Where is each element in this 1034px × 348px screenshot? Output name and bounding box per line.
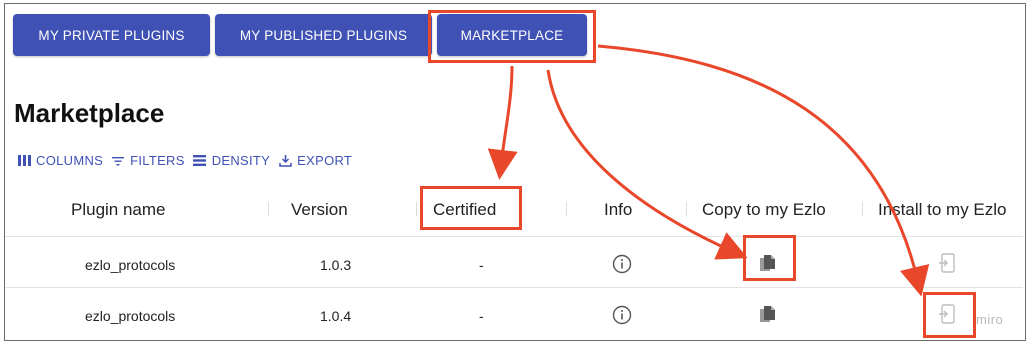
tab-my-published-plugins[interactable]: MY PUBLISHED PLUGINS [215,14,432,56]
columns-icon [17,154,31,168]
tab-marketplace[interactable]: MARKETPLACE [437,14,587,56]
export-label: EXPORT [297,153,353,168]
row-divider [5,287,1023,288]
column-header-certified[interactable]: Certified [433,196,496,224]
column-separator [862,202,863,216]
column-separator [566,202,567,216]
filters-button[interactable]: FILTERS [111,153,185,168]
column-separator [268,202,269,216]
version-cell: 1.0.3 [320,257,352,273]
filter-icon [111,154,125,168]
export-button[interactable]: EXPORT [278,153,352,168]
column-header-version[interactable]: Version [291,196,348,224]
miro-watermark: miro [976,312,1004,327]
page-title: Marketplace [14,98,165,128]
column-header-plugin-name[interactable]: Plugin name [71,196,166,224]
export-icon [278,154,292,168]
install-icon[interactable] [935,251,959,275]
grid-toolbar: COLUMNS FILTERS DENSITY EXPORT [17,153,352,168]
header-divider [5,236,1023,237]
column-header-install-to-my-ezlo[interactable]: Install to my Ezlo [878,196,1007,224]
density-button[interactable]: DENSITY [193,153,270,168]
install-icon[interactable] [935,302,959,326]
plugin-name-cell: ezlo_protocols [85,257,176,273]
copy-icon[interactable] [756,252,780,276]
density-icon [193,154,207,168]
column-header-info[interactable]: Info [604,196,632,224]
column-header-copy-to-my-ezlo[interactable]: Copy to my Ezlo [702,196,826,224]
columns-button[interactable]: COLUMNS [17,153,103,168]
info-icon[interactable] [610,252,634,276]
certified-cell: - [479,308,484,324]
column-separator [416,202,417,216]
tab-my-private-plugins[interactable]: MY PRIVATE PLUGINS [13,14,210,56]
info-icon[interactable] [610,303,634,327]
plugin-name-cell: ezlo_protocols [85,308,176,324]
columns-label: COLUMNS [36,153,104,168]
filters-label: FILTERS [130,153,185,168]
column-separator [686,202,687,216]
copy-icon[interactable] [756,303,780,327]
version-cell: 1.0.4 [320,308,352,324]
density-label: DENSITY [211,153,271,168]
certified-cell: - [479,257,484,273]
